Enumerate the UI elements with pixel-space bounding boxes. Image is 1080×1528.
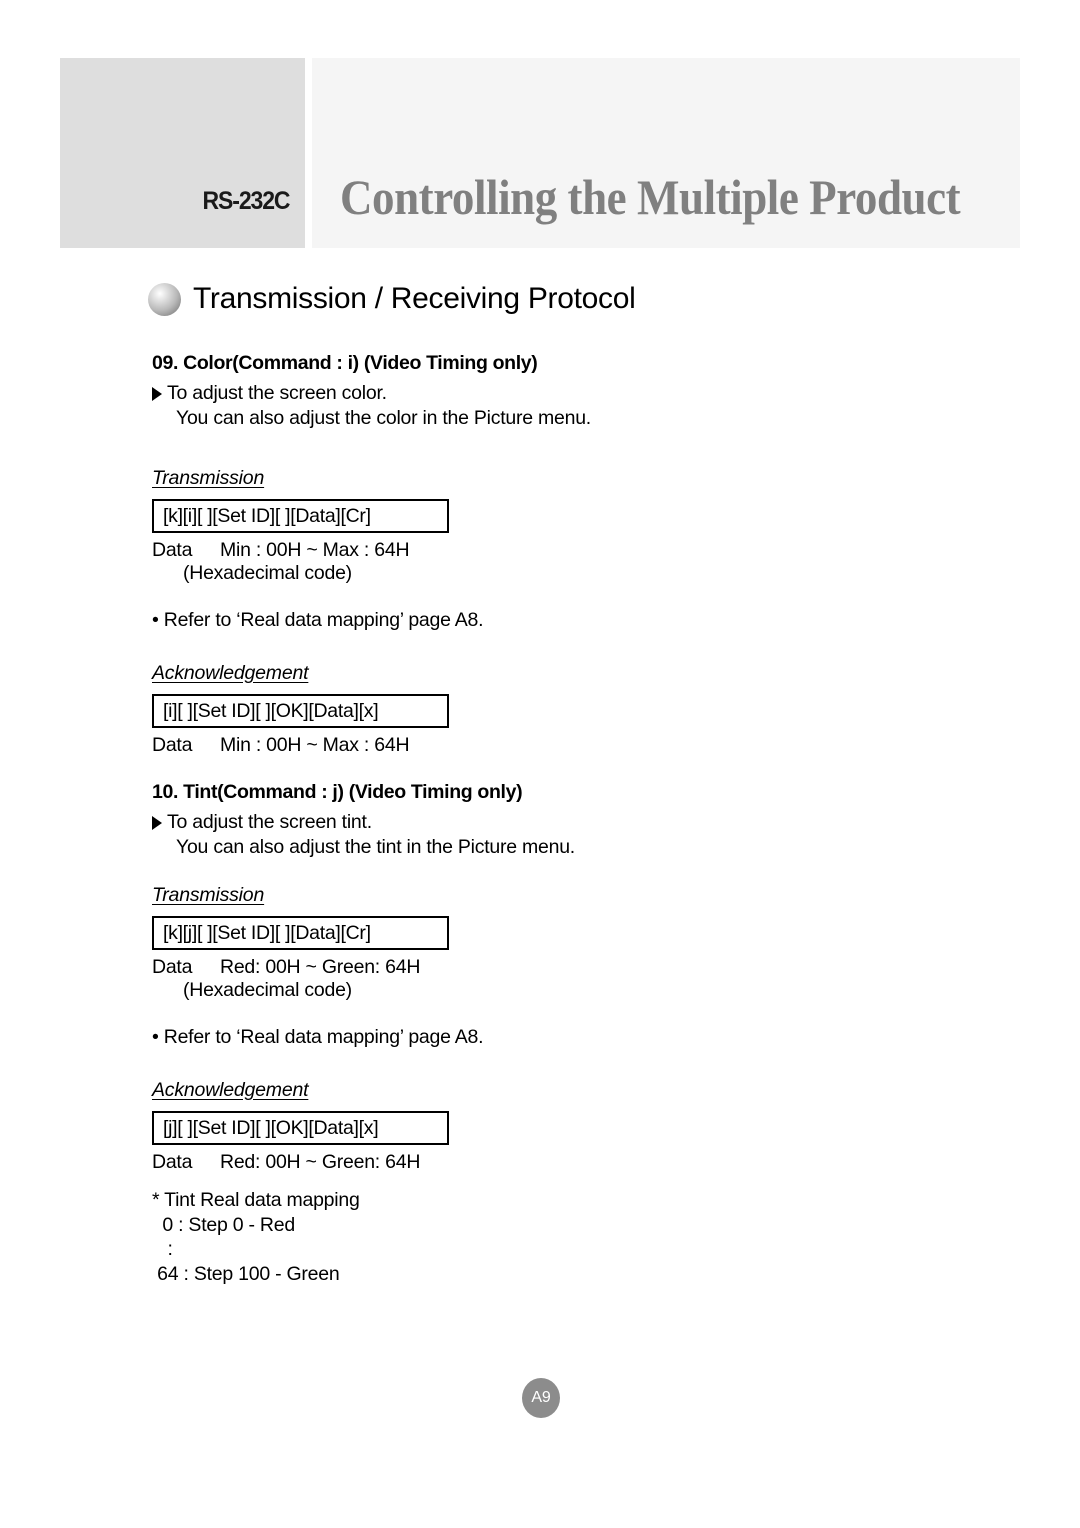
triangle-bullet-icon (152, 387, 162, 401)
acknowledgement-data-value: Red: 00H ~ Green: 64H (220, 1151, 421, 1173)
acknowledgement-code-box: [j][ ][Set ID][ ][OK][Data][x] (152, 1111, 449, 1145)
transmission-code-box: [k][i][ ][Set ID][ ][Data][Cr] (152, 499, 449, 533)
acknowledgement-data-label: Data (152, 734, 193, 756)
triangle-bullet-icon (152, 816, 162, 830)
command-purpose-extra: You can also adjust the tint in the Pict… (176, 836, 575, 858)
acknowledgement-label: Acknowledgement (152, 1079, 309, 1101)
transmission-data-row: Data Red: 00H ~ Green: 64H (152, 956, 952, 979)
transmission-label: Transmission (152, 467, 265, 489)
page-title: Controlling the Multiple Product (340, 169, 961, 225)
sphere-bullet-icon (148, 282, 181, 316)
command-block-09: 09. Color(Command : i) (Video Timing onl… (152, 352, 952, 757)
command-purpose-extra: You can also adjust the color in the Pic… (176, 407, 591, 429)
transmission-label: Transmission (152, 884, 265, 906)
document-body: 09. Color(Command : i) (Video Timing onl… (152, 352, 952, 1286)
command-title: 09. Color(Command : i) (Video Timing onl… (152, 352, 538, 374)
command-purpose-line: To adjust the screen tint. (152, 810, 952, 835)
acknowledgement-data-value: Min : 00H ~ Max : 64H (220, 734, 410, 756)
transmission-hex-note: (Hexadecimal code) (183, 979, 352, 1001)
tint-mapping-line: 0 : Step 0 - Red (152, 1213, 295, 1236)
acknowledgement-code-box: [i][ ][Set ID][ ][OK][Data][x] (152, 694, 449, 728)
acknowledgement-data-label: Data (152, 1151, 193, 1173)
section-heading: Transmission / Receiving Protocol (148, 282, 636, 316)
header-right-block: Controlling the Multiple Product (312, 58, 1020, 248)
rs232c-label: RS-232C (202, 187, 290, 215)
transmission-data-label: Data (152, 956, 193, 978)
refer-note: • Refer to ‘Real data mapping’ page A8. (152, 1026, 484, 1048)
transmission-data-label: Data (152, 539, 193, 561)
tint-mapping-line: 64 : Step 100 - Green (152, 1262, 340, 1285)
section-heading-label: Transmission / Receiving Protocol (193, 282, 636, 315)
page-header: RS-232C Controlling the Multiple Product (60, 58, 1020, 248)
transmission-hex-note: (Hexadecimal code) (183, 562, 352, 584)
command-purpose-line: To adjust the screen color. (152, 381, 952, 406)
command-purpose-text: To adjust the screen tint. (167, 811, 372, 833)
acknowledgement-label: Acknowledgement (152, 662, 309, 684)
command-title: 10. Tint(Command : j) (Video Timing only… (152, 781, 523, 803)
transmission-data-value: Min : 00H ~ Max : 64H (220, 539, 410, 561)
tint-mapping-title: * Tint Real data mapping (152, 1189, 360, 1211)
transmission-data-value: Red: 00H ~ Green: 64H (220, 956, 421, 978)
tint-data-mapping-block: * Tint Real data mapping 0 : Step 0 - Re… (152, 1188, 952, 1286)
acknowledgement-data-row: Data Min : 00H ~ Max : 64H (152, 734, 952, 757)
transmission-code-box: [k][j][ ][Set ID][ ][Data][Cr] (152, 916, 449, 950)
transmission-data-row: Data Min : 00H ~ Max : 64H (152, 539, 952, 562)
acknowledgement-data-row: Data Red: 00H ~ Green: 64H (152, 1151, 952, 1174)
header-left-block: RS-232C (60, 58, 305, 248)
page-number-badge: A9 (522, 1378, 560, 1418)
refer-note: • Refer to ‘Real data mapping’ page A8. (152, 609, 484, 631)
tint-mapping-line: : (152, 1238, 173, 1260)
command-purpose-text: To adjust the screen color. (167, 382, 387, 404)
command-block-10: 10. Tint(Command : j) (Video Timing only… (152, 781, 952, 1174)
